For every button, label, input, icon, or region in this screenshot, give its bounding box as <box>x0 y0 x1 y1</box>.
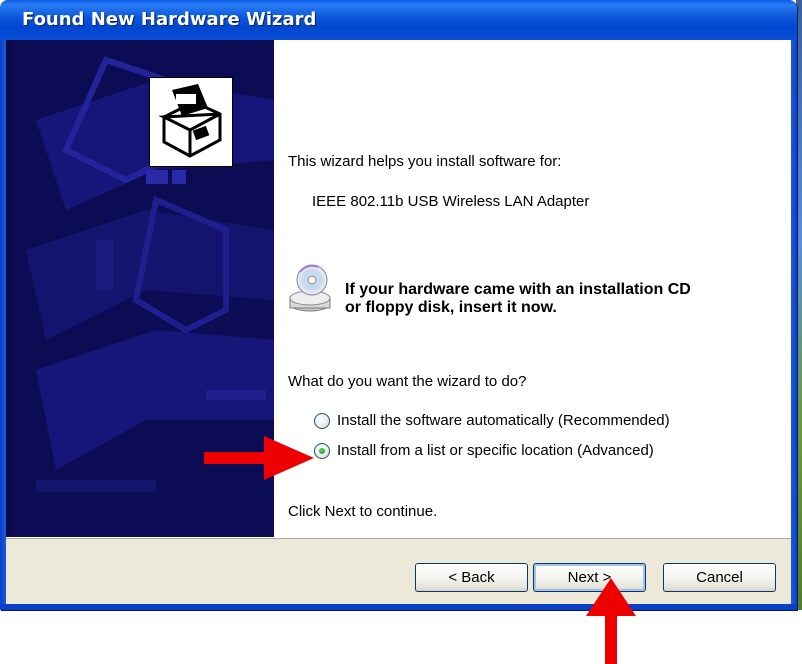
window-title: Found New Hardware Wizard <box>22 9 317 30</box>
window-frame-right <box>791 40 797 610</box>
window-frame-bottom <box>0 604 797 610</box>
device-name: IEEE 802.11b USB Wireless LAN Adapter <box>312 193 590 210</box>
intro-text: This wizard helps you install software f… <box>288 153 562 170</box>
option-label-automatic[interactable]: Install the software automatically (Reco… <box>337 412 670 429</box>
back-button[interactable]: < Back <box>415 563 528 592</box>
continue-hint: Click Next to continue. <box>288 503 438 520</box>
button-bar: < Back Next > Cancel <box>6 537 791 604</box>
cd-drive-icon <box>288 264 334 316</box>
radio-install-automatically[interactable] <box>314 413 330 429</box>
cancel-button[interactable]: Cancel <box>663 563 776 592</box>
hardware-install-icon <box>149 77 233 167</box>
red-arrow-icon <box>586 578 636 664</box>
question-text: What do you want the wizard to do? <box>288 373 527 390</box>
cd-prompt-line2: or floppy disk, insert it now. <box>345 299 557 316</box>
option-label-advanced[interactable]: Install from a list or specific location… <box>337 442 654 459</box>
red-arrow-icon <box>204 436 314 480</box>
radio-install-from-list[interactable] <box>314 443 330 459</box>
cd-prompt-line1: If your hardware came with an installati… <box>345 281 691 298</box>
title-bar[interactable]: Found New Hardware Wizard <box>0 0 797 40</box>
